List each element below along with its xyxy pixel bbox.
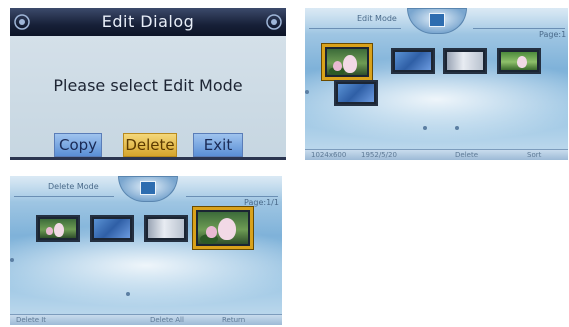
page-indicator: Page:1/1	[244, 198, 279, 207]
edit-mode-screen: Edit Mode Page:1 1024x600 1952/5/20 Dele…	[305, 8, 568, 160]
status-size: 1952/5/20	[361, 151, 397, 159]
thumbnail-flower[interactable]	[322, 44, 372, 80]
dialog-message: Please select Edit Mode	[53, 76, 243, 95]
edit-dialog-screen: Edit Dialog Please select Edit Mode Copy…	[10, 8, 286, 160]
status-return[interactable]: Return	[222, 315, 245, 325]
thumbnail-green[interactable]	[497, 48, 541, 74]
status-delete[interactable]: Delete	[455, 150, 478, 160]
header-line-right	[186, 196, 278, 197]
delete-button[interactable]: Delete	[123, 133, 177, 157]
thumbnail-white[interactable]	[144, 215, 188, 242]
dialog-bottom-border	[10, 157, 286, 160]
mode-label: Edit Mode	[357, 14, 397, 23]
thumbnail-blue[interactable]	[391, 48, 435, 74]
dialog-body: Please select Edit Mode Copy Delete Exit	[10, 36, 286, 160]
header-line-left	[309, 28, 401, 29]
status-bar: 1024x600 1952/5/20 Delete Sort	[305, 149, 568, 160]
scroll-dot	[455, 126, 459, 130]
status-bar: Delete It Delete All Return	[10, 314, 282, 325]
thumbnail-flower[interactable]	[36, 215, 80, 242]
mode-label: Delete Mode	[48, 182, 99, 191]
ornament-right-icon	[266, 14, 282, 30]
scroll-dot	[423, 126, 427, 130]
dialog-title: Edit Dialog	[101, 12, 195, 31]
status-resolution: 1024x600	[311, 151, 347, 159]
delete-mode-screen: Delete Mode Page:1/1 Delete It Delete Al…	[10, 176, 282, 325]
status-delete-all[interactable]: Delete All	[150, 315, 184, 325]
scroll-dot	[305, 90, 309, 94]
page-indicator: Page:1	[539, 30, 567, 39]
status-sort[interactable]: Sort	[527, 150, 541, 160]
status-delete-one[interactable]: Delete It	[16, 315, 46, 325]
thumbnail-blue[interactable]	[90, 215, 134, 242]
dialog-titlebar: Edit Dialog	[10, 8, 286, 36]
thumbnail-flower[interactable]	[193, 207, 253, 249]
thumbnail-white[interactable]	[443, 48, 487, 74]
header-line-left	[14, 196, 114, 197]
scroll-dot	[10, 258, 14, 262]
thumbnail-blue[interactable]	[334, 80, 378, 106]
header-line-right	[473, 28, 565, 29]
exit-button[interactable]: Exit	[193, 133, 243, 157]
scroll-dot	[126, 292, 130, 296]
copy-button[interactable]: Copy	[54, 133, 102, 157]
